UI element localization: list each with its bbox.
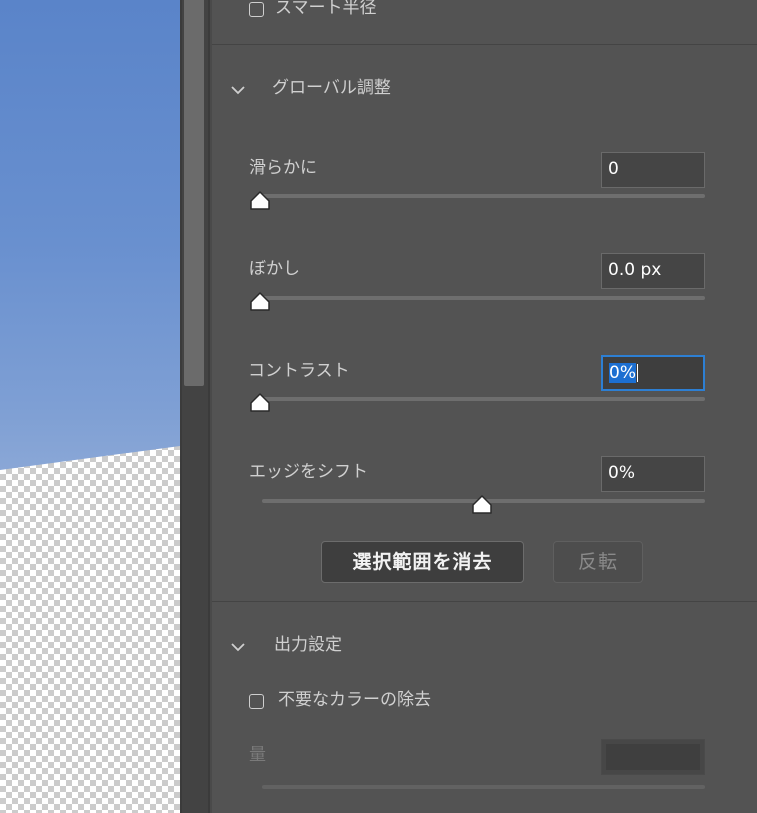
contrast-input[interactable]: 0% (601, 355, 705, 391)
amount-input[interactable] (601, 739, 705, 775)
decontaminate-colors-checkbox[interactable] (249, 694, 264, 709)
refine-edge-window: スマート半径 グローバル調整 滑らかに 0 ぼかし 0.0 px コントラスト … (0, 0, 757, 813)
contrast-slider-track[interactable] (262, 397, 705, 401)
section-divider (212, 601, 757, 602)
feather-slider-thumb[interactable] (249, 292, 271, 312)
invert-button[interactable]: 反転 (553, 541, 643, 583)
contrast-label: コントラスト (248, 361, 350, 381)
contrast-value: 0% (609, 363, 636, 383)
clear-selection-button[interactable]: 選択範囲を消去 (321, 541, 524, 583)
text-caret (636, 364, 638, 382)
output-settings-title[interactable]: 出力設定 (274, 634, 342, 656)
shift-edge-slider-thumb[interactable] (471, 495, 493, 515)
shift-edge-value: 0% (608, 463, 635, 483)
smooth-input[interactable]: 0 (601, 152, 705, 188)
decontaminate-colors-label: 不要なカラーの除去 (278, 690, 431, 710)
shift-edge-label: エッジをシフト (249, 462, 368, 482)
smart-radius-label: スマート半径 (275, 0, 377, 18)
smooth-value: 0 (608, 159, 619, 179)
panel-scrollbar-thumb[interactable] (184, 0, 204, 386)
smooth-label: 滑らかに (249, 158, 317, 178)
feather-value: 0.0 px (608, 260, 662, 280)
amount-slider-track[interactable] (262, 785, 705, 789)
chevron-down-icon[interactable] (229, 638, 247, 656)
feather-label: ぼかし (249, 259, 300, 279)
smart-radius-checkbox[interactable] (249, 2, 264, 17)
canvas-preview[interactable] (0, 0, 180, 813)
shift-edge-input[interactable]: 0% (601, 456, 705, 492)
amount-input-inner (606, 744, 700, 770)
feather-input[interactable]: 0.0 px (601, 253, 705, 289)
amount-label: 量 (249, 745, 266, 765)
contrast-slider-thumb[interactable] (249, 393, 271, 413)
section-divider (212, 44, 757, 45)
feather-slider-track[interactable] (262, 296, 705, 300)
global-adjust-title[interactable]: グローバル調整 (272, 77, 391, 99)
sky-image-region (0, 0, 180, 470)
smooth-slider-thumb[interactable] (249, 191, 271, 211)
smooth-slider-track[interactable] (262, 194, 705, 198)
chevron-down-icon[interactable] (229, 81, 247, 99)
